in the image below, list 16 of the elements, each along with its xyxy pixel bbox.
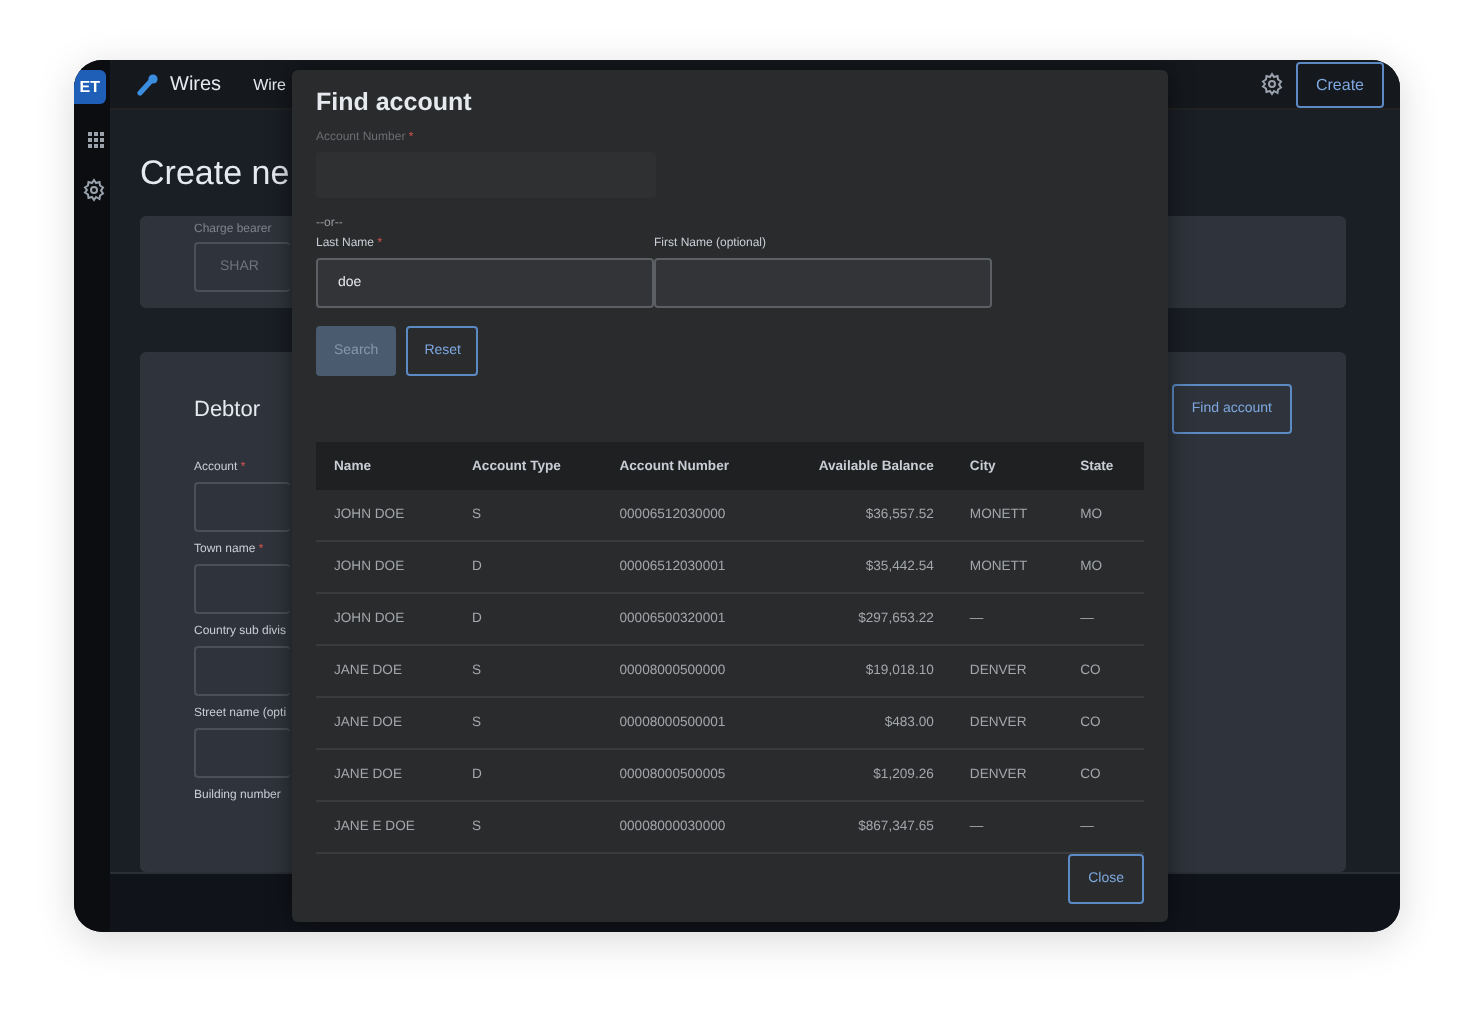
nav-link[interactable]: Wire: [253, 75, 287, 93]
settings-icon[interactable]: [1259, 72, 1284, 96]
create-button[interactable]: Create: [1295, 61, 1384, 107]
grid-icon[interactable]: [88, 132, 106, 150]
app-badge[interactable]: ET: [74, 70, 106, 104]
first-name-field[interactable]: [654, 258, 992, 308]
settings-icon[interactable]: [82, 178, 106, 202]
page-title: Create ne: [140, 154, 290, 194]
dialog-title: Find account: [316, 88, 474, 116]
input-field[interactable]: [194, 728, 290, 778]
logo-icon: [136, 73, 158, 95]
section-title: Debtor: [194, 397, 261, 421]
input-field[interactable]: [194, 564, 290, 614]
input-field[interactable]: [194, 646, 290, 696]
input-field[interactable]: [194, 482, 290, 532]
app-name: Wires: [170, 73, 222, 95]
